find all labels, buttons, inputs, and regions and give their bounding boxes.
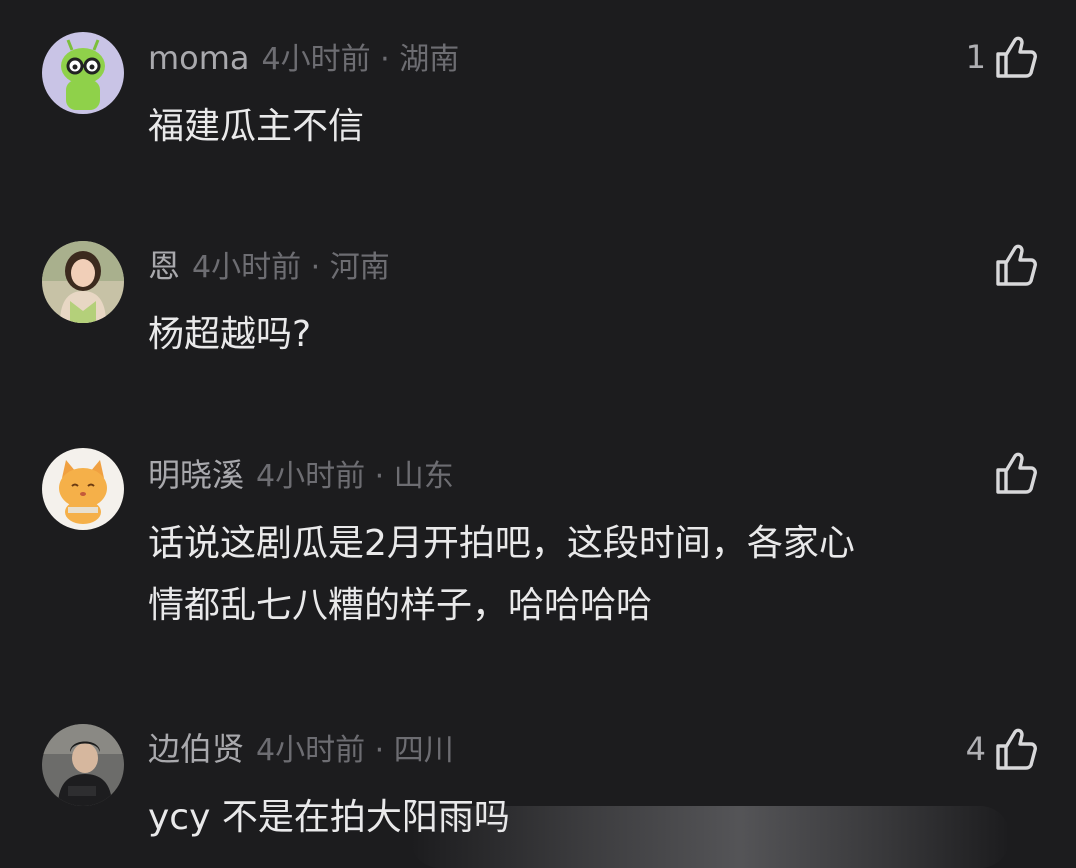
- thumbs-up-icon: [996, 244, 1037, 286]
- avatar[interactable]: [42, 724, 124, 806]
- comment-text: 杨超越吗?: [148, 304, 311, 366]
- like-button[interactable]: [986, 448, 1038, 498]
- thumbs-up-icon: [996, 452, 1037, 494]
- like-button[interactable]: [986, 240, 1038, 290]
- comment-meta: 恩 4小时前 · 河南: [148, 246, 390, 286]
- like-button[interactable]: 4: [966, 724, 1038, 774]
- watermark-overlay: [410, 806, 1010, 868]
- comment-list: moma 4小时前 · 湖南 福建瓜主不信 1 恩 4小时前 · 河南 杨超越吗…: [0, 0, 1076, 868]
- username[interactable]: 恩: [148, 247, 180, 285]
- username[interactable]: moma: [148, 39, 250, 77]
- thumbs-up-icon: [996, 728, 1037, 770]
- comment-text: 福建瓜主不信: [148, 96, 364, 158]
- comment-meta: moma 4小时前 · 湖南: [148, 38, 459, 78]
- avatar[interactable]: [42, 241, 124, 323]
- time-location: 4小时前 · 湖南: [261, 42, 460, 77]
- comment-meta: 明晓溪 4小时前 · 山东: [148, 455, 454, 495]
- thumbs-up-icon: [996, 36, 1037, 78]
- time-location: 4小时前 · 四川: [256, 733, 454, 768]
- comment-meta: 边伯贤 4小时前 · 四川: [148, 729, 454, 769]
- comment-text-line: 话说这剧瓜是2月开拍吧，这段时间，各家心: [148, 523, 855, 564]
- username[interactable]: 边伯贤: [148, 730, 244, 768]
- time-location: 4小时前 · 山东: [256, 459, 454, 494]
- username[interactable]: 明晓溪: [148, 456, 244, 494]
- comment-text: 话说这剧瓜是2月开拍吧，这段时间，各家心 情都乱七八糟的样子，哈哈哈哈: [148, 513, 855, 637]
- avatar[interactable]: [42, 32, 124, 114]
- time-location: 4小时前 · 河南: [192, 250, 390, 285]
- comment-text-line: 福建瓜主不信: [148, 106, 365, 147]
- comment-text-line: 杨超越吗?: [148, 314, 312, 355]
- like-count: 4: [965, 730, 986, 768]
- like-button[interactable]: 1: [966, 32, 1038, 82]
- avatar[interactable]: [42, 448, 124, 530]
- comment-text-line: 情都乱七八糟的样子，哈哈哈哈: [148, 585, 653, 626]
- like-count: 1: [965, 38, 986, 76]
